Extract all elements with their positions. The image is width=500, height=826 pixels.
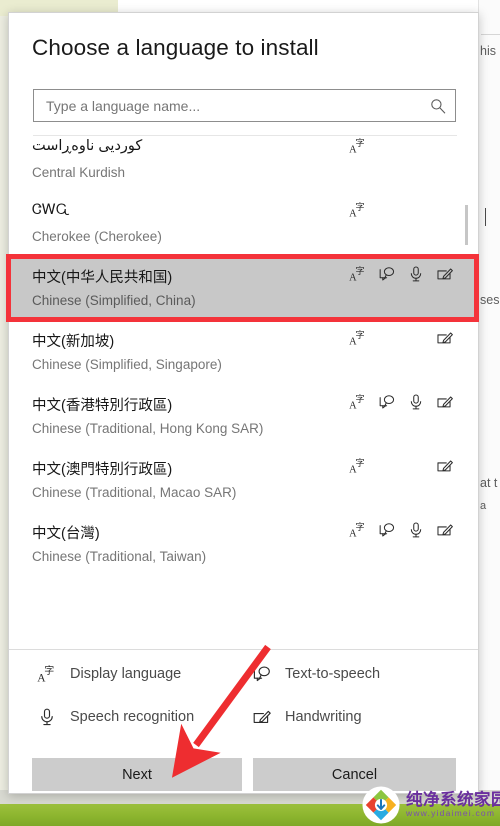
- background-text-fragment: at t: [480, 476, 498, 490]
- handwriting-icon: [436, 521, 454, 539]
- feature-legend: A字 Display language Text-to-speech Speec…: [9, 658, 478, 743]
- language-english-name: Chinese (Simplified, China): [32, 293, 196, 308]
- svg-text:字: 字: [355, 201, 364, 213]
- speech-recognition-icon: [407, 265, 425, 283]
- language-feature-icons: A字: [349, 457, 454, 475]
- svg-text:字: 字: [355, 393, 364, 405]
- legend-item-handwriting: Handwriting: [252, 707, 362, 727]
- watermark-url: www.yidaimei.com: [406, 807, 496, 818]
- language-list[interactable]: کوردیی ناوەڕاست Central Kurdish A 字 ᏣᎳᏩ Chero…: [10, 135, 478, 647]
- background-rule: [481, 34, 500, 35]
- language-native-name: 中文(台灣): [32, 526, 100, 542]
- display-language-icon: A字: [349, 457, 367, 475]
- legend-item-speech-recognition: Speech recognition: [37, 707, 194, 727]
- display-language-icon: A字: [349, 521, 367, 539]
- speech-recognition-icon: [407, 521, 425, 539]
- handwriting-icon: [252, 707, 272, 727]
- text-to-speech-icon: [378, 521, 396, 539]
- svg-text:字: 字: [355, 265, 364, 277]
- site-watermark: 纯净系统家园 www.yidaimei.com: [362, 783, 500, 826]
- language-feature-icons: A字: [349, 393, 454, 411]
- svg-text:字: 字: [355, 457, 364, 469]
- language-native-name: 中文(澳門特別行政區): [32, 462, 173, 478]
- language-list-item[interactable]: 中文(新加坡) Chinese (Simplified, Singapore) A 字: [10, 321, 478, 385]
- language-feature-icons: A字: [349, 201, 454, 219]
- text-to-speech-icon: [252, 664, 272, 684]
- svg-text:字: 字: [355, 137, 364, 149]
- display-language-icon: A字: [349, 201, 367, 219]
- language-english-name: Chinese (Traditional, Taiwan): [32, 549, 207, 564]
- language-native-name: کوردیی ناوەڕاست: [32, 138, 143, 154]
- background-text-cursor: [485, 208, 486, 226]
- language-feature-icons: A字: [349, 521, 454, 539]
- text-to-speech-icon: [378, 393, 396, 411]
- watermark-name: 纯净系统家园: [406, 790, 500, 810]
- list-scrollbar-thumb[interactable]: [465, 205, 468, 245]
- svg-text:字: 字: [355, 329, 364, 341]
- language-list-item[interactable]: کوردیی ناوەڕاست Central Kurdish A 字: [10, 135, 478, 193]
- language-english-name: Chinese (Traditional, Macao SAR): [32, 485, 237, 500]
- text-to-speech-icon: [378, 265, 396, 283]
- language-search-box[interactable]: [33, 89, 456, 122]
- language-list-item[interactable]: 中文(香港特別行政區) Chinese (Traditional, Hong Ko…: [10, 385, 478, 449]
- language-native-name: 中文(新加坡): [32, 334, 115, 350]
- language-feature-icons: A字: [349, 329, 454, 347]
- speech-recognition-icon: [407, 393, 425, 411]
- list-scrollbar[interactable]: [465, 135, 469, 647]
- svg-text:字: 字: [355, 521, 364, 533]
- language-list-item[interactable]: 中文(澳門特別行政區) Chinese (Traditional, Macao S…: [10, 449, 478, 513]
- dialog-title: Choose a language to install: [32, 35, 319, 60]
- language-list-item[interactable]: 中文(中华人民共和国) Chinese (Simplified, China) A 字: [10, 257, 478, 321]
- svg-text:字: 字: [44, 664, 54, 677]
- handwriting-icon: [436, 457, 454, 475]
- speech-recognition-icon: [37, 707, 57, 727]
- handwriting-icon: [436, 393, 454, 411]
- language-feature-icons: A字: [349, 137, 454, 155]
- search-icon[interactable]: [430, 98, 446, 114]
- search-input[interactable]: [34, 90, 422, 121]
- display-language-icon: A字: [349, 329, 367, 347]
- screenshot-root: his ses at t a Choose a language to inst…: [0, 0, 500, 826]
- legend-item-text-to-speech: Text-to-speech: [252, 664, 380, 684]
- display-language-icon: A字: [349, 137, 367, 155]
- handwriting-icon: [436, 265, 454, 283]
- background-text-fragment: ses: [480, 293, 500, 307]
- handwriting-icon: [436, 329, 454, 347]
- language-english-name: Cherokee (Cherokee): [32, 229, 162, 244]
- language-english-name: Chinese (Traditional, Hong Kong SAR): [32, 421, 264, 436]
- language-english-name: Central Kurdish: [32, 165, 126, 180]
- background-left-edge: [0, 16, 8, 794]
- language-native-name: ᏣᎳᏩ: [32, 202, 70, 218]
- legend-item-display-language: A字 Display language: [37, 664, 181, 684]
- display-language-icon: A字: [349, 265, 367, 283]
- legend-divider: [9, 649, 478, 650]
- legend-label: Speech recognition: [70, 709, 195, 725]
- next-button[interactable]: Next: [32, 758, 242, 791]
- watermark-text: 纯净系统家园 www.yidaimei.com: [406, 791, 500, 817]
- legend-label: Display language: [70, 666, 182, 682]
- watermark-logo-icon: [362, 785, 400, 824]
- background-settings-panel: his ses at t a: [478, 0, 500, 794]
- language-list-item[interactable]: ᏣᎳᏩ Cherokee (Cherokee) A 字: [10, 193, 478, 257]
- display-language-icon: A字: [349, 393, 367, 411]
- legend-label: Text-to-speech: [285, 666, 381, 682]
- language-native-name: 中文(中华人民共和国): [32, 270, 173, 286]
- language-feature-icons: A字: [349, 265, 454, 283]
- language-english-name: Chinese (Simplified, Singapore): [32, 357, 222, 372]
- legend-label: Handwriting: [285, 709, 362, 725]
- language-native-name: 中文(香港特別行政區): [32, 398, 173, 414]
- background-text-fragment: his: [480, 44, 496, 58]
- choose-language-dialog: Choose a language to install کوردیی ناوە…: [8, 12, 479, 794]
- background-text-fragment: a: [480, 500, 487, 512]
- language-list-item[interactable]: 中文(台灣) Chinese (Traditional, Taiwan) A 字: [10, 513, 478, 577]
- display-language-icon: A字: [37, 664, 57, 684]
